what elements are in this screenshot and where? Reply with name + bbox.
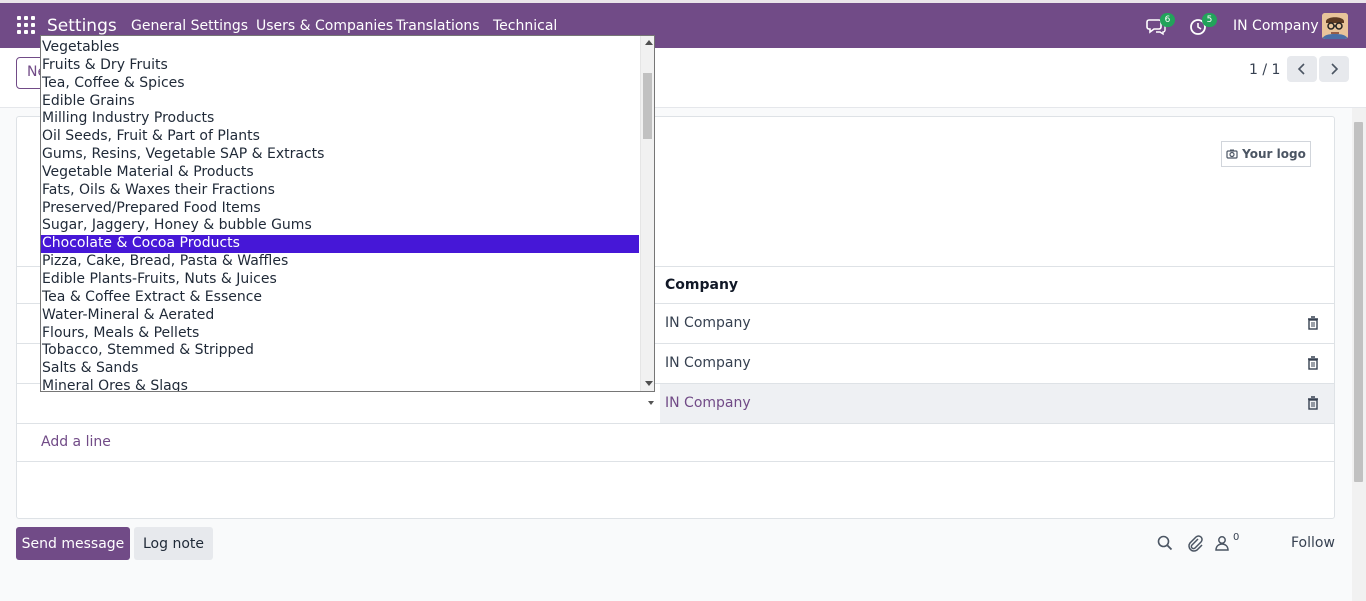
activities-badge: 5 (1202, 13, 1217, 27)
send-message-button[interactable]: Send message (16, 527, 130, 560)
dropdown-option[interactable]: Edible Plants-Fruits, Nuts & Juices (41, 271, 639, 289)
pager-next-button[interactable] (1319, 56, 1349, 82)
dropdown-option[interactable]: Tobacco, Stemmed & Stripped (41, 342, 639, 360)
avatar-face-icon (1322, 13, 1348, 39)
row-company-cell[interactable]: IN Company (665, 355, 751, 371)
followers-user-icon[interactable] (1214, 534, 1232, 552)
dropdown-scrollbar[interactable] (640, 36, 654, 391)
dropdown-option[interactable]: Edible Grains (41, 93, 639, 111)
dropdown-option[interactable]: Tea, Coffee & Spices (41, 75, 639, 93)
messages-badge: 6 (1160, 13, 1175, 27)
dropdown-scrollbar-thumb[interactable] (643, 73, 652, 139)
dropdown-option[interactable]: Fats, Oils & Waxes their Fractions (41, 182, 639, 200)
chevron-right-icon (1331, 63, 1339, 75)
dropdown-option[interactable]: Flours, Meals & Pellets (41, 325, 639, 343)
follow-button[interactable]: Follow (1291, 535, 1335, 551)
dropdown-option[interactable]: Milling Industry Products (41, 110, 639, 128)
dropdown-option[interactable]: Fruits & Dry Fruits (41, 57, 639, 75)
dropdown-option[interactable]: Water-Mineral & Aerated (41, 307, 639, 325)
search-icon[interactable] (1156, 534, 1174, 552)
user-avatar[interactable] (1322, 13, 1348, 39)
menu-technical[interactable]: Technical (493, 18, 557, 34)
dropdown-option[interactable]: Vegetable Material & Products (41, 164, 639, 182)
pager-value[interactable]: 1 / 1 (1249, 62, 1280, 78)
trash-icon[interactable] (1307, 396, 1319, 410)
category-dropdown-list[interactable]: Vegetables Fruits & Dry Fruits Tea, Coffee… (40, 35, 655, 392)
menu-translations[interactable]: Translations (396, 18, 480, 34)
row-company-cell[interactable]: IN Company (665, 395, 751, 411)
app-brand[interactable]: Settings (47, 16, 117, 36)
page-scrollbar[interactable] (1352, 108, 1366, 601)
dropdown-options: Vegetables Fruits & Dry Fruits Tea, Coffee… (41, 39, 639, 391)
table-bottom-divider (17, 461, 1334, 462)
log-note-button[interactable]: Log note (134, 527, 213, 560)
logo-upload-button[interactable]: Your logo (1221, 141, 1311, 167)
column-header-company[interactable]: Company (665, 277, 738, 293)
dropdown-option[interactable]: Tea & Coffee Extract & Essence (41, 289, 639, 307)
paperclip-icon[interactable] (1186, 534, 1204, 552)
logo-upload-label: Your logo (1242, 147, 1306, 161)
dropdown-option-selected[interactable]: Chocolate & Cocoa Products (41, 235, 639, 254)
dropdown-option[interactable]: Gums, Resins, Vegetable SAP & Extracts (41, 146, 639, 164)
apps-grid-icon[interactable] (17, 16, 35, 34)
messages-button[interactable]: 6 (1144, 11, 1178, 41)
dropdown-option[interactable]: Mineral Ores & Slags (41, 378, 639, 391)
scroll-down-arrow-icon[interactable] (645, 381, 653, 386)
page-scrollbar-thumb[interactable] (1354, 122, 1363, 482)
followers-count: 0 (1233, 532, 1240, 543)
dropdown-option[interactable]: Oil Seeds, Fruit & Part of Plants (41, 128, 639, 146)
scroll-up-arrow-icon[interactable] (645, 40, 653, 45)
menu-general-settings[interactable]: General Settings (131, 18, 248, 34)
row-company-cell[interactable]: IN Company (665, 315, 751, 331)
trash-icon[interactable] (1307, 316, 1319, 330)
dropdown-option[interactable]: Sugar, Jaggery, Honey & bubble Gums (41, 217, 639, 235)
select-caret-icon[interactable] (648, 401, 654, 405)
camera-icon (1226, 149, 1238, 159)
company-switcher[interactable]: IN Company (1233, 18, 1319, 34)
add-line-link[interactable]: Add a line (41, 434, 111, 450)
dropdown-option[interactable]: Vegetables (41, 39, 639, 57)
pager-previous-button[interactable] (1287, 56, 1317, 82)
chevron-left-icon (1297, 63, 1305, 75)
dropdown-option[interactable]: Salts & Sands (41, 360, 639, 378)
dropdown-option[interactable]: Pizza, Cake, Bread, Pasta & Waffles (41, 253, 639, 271)
activities-button[interactable]: 5 (1187, 11, 1221, 41)
dropdown-option[interactable]: Preserved/Prepared Food Items (41, 200, 639, 218)
menu-users-companies[interactable]: Users & Companies (256, 18, 393, 34)
editing-row-right-cell (660, 384, 1334, 423)
trash-icon[interactable] (1307, 356, 1319, 370)
